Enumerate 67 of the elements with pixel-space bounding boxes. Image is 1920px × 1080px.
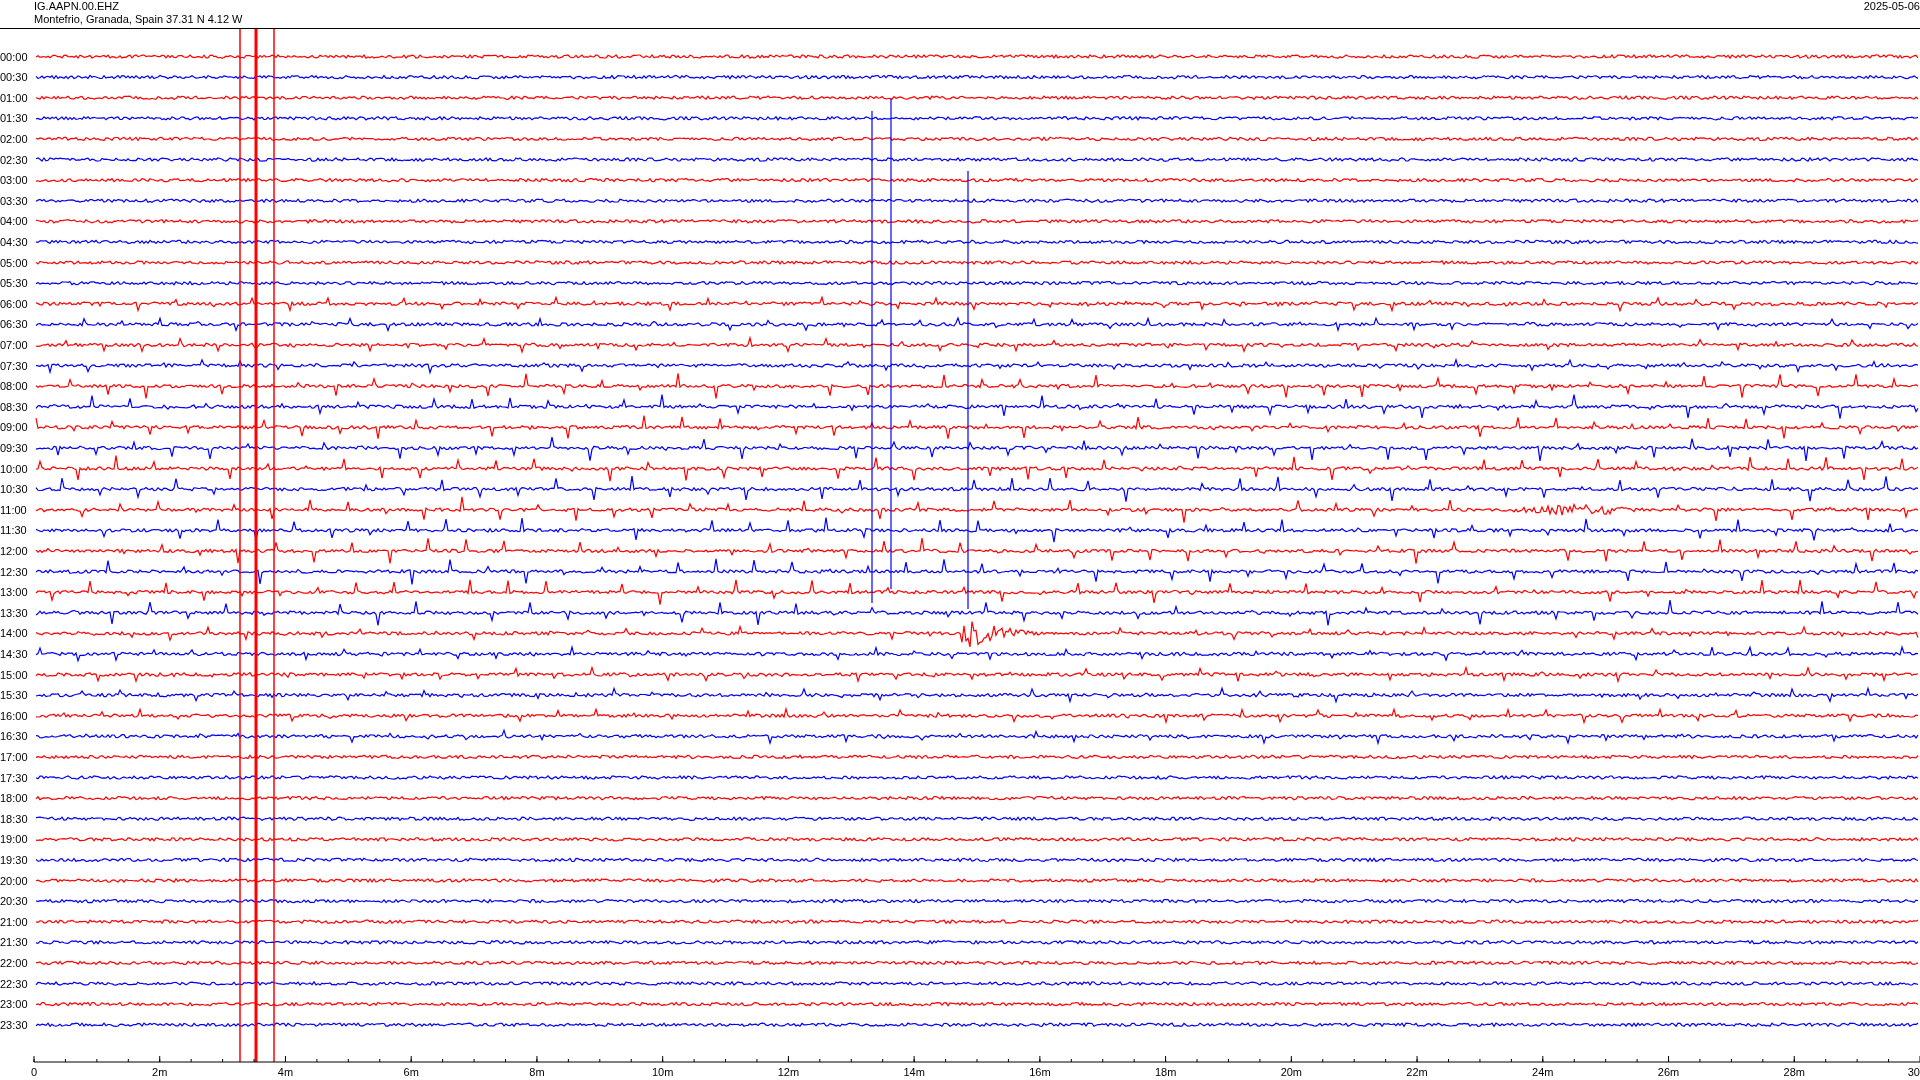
time-label: 10:30 (0, 483, 28, 496)
axis-tick-label: 10m (651, 1066, 674, 1078)
time-label: 11:30 (0, 524, 27, 537)
time-label: 01:00 (0, 91, 28, 104)
plot-date: 2025-05-06 (1863, 0, 1920, 13)
time-label: 18:30 (0, 812, 28, 825)
time-label: 19:00 (0, 833, 28, 846)
axis-tick-label: 6m (403, 1066, 419, 1078)
time-label: 14:00 (0, 627, 28, 640)
time-label: 16:00 (0, 709, 28, 722)
time-label: 06:00 (0, 297, 28, 310)
time-label: 16:30 (0, 730, 28, 743)
axis-tick-label: 18m (1154, 1066, 1177, 1078)
time-label: 08:00 (0, 380, 28, 393)
time-label: 01:30 (0, 112, 28, 125)
time-label: 12:00 (0, 544, 28, 557)
time-label: 23:30 (0, 1018, 28, 1031)
time-label: 03:30 (0, 194, 28, 207)
time-label: 18:00 (0, 792, 28, 805)
axis-tick-label: 16m (1029, 1066, 1051, 1078)
time-label: 23:00 (0, 998, 28, 1011)
time-label: 19:30 (0, 853, 28, 866)
time-label: 17:00 (0, 750, 28, 763)
axis-tick-label: 2m (152, 1066, 168, 1078)
station-code: IG.AAPN.00.EHZ (34, 0, 120, 13)
time-label: 20:00 (0, 874, 28, 887)
time-label: 17:30 (0, 771, 28, 784)
time-label: 14:30 (0, 647, 28, 660)
time-label: 04:30 (0, 235, 28, 248)
station-location: Montefrio, Granada, Spain 37.31 N 4.12 W (34, 13, 243, 26)
time-label: 00:00 (0, 50, 28, 63)
time-label: 21:30 (0, 936, 28, 949)
axis-tick-label: 26m (1657, 1066, 1680, 1078)
time-label: 07:30 (0, 359, 28, 372)
time-label: 08:30 (0, 400, 28, 413)
time-label: 03:00 (0, 174, 28, 187)
time-label: 00:30 (0, 71, 28, 84)
axis-tick-label: 24m (1532, 1066, 1554, 1078)
time-label: 15:30 (0, 689, 28, 702)
time-label: 13:30 (0, 606, 28, 619)
axis-tick-label: 0 (30, 1066, 38, 1078)
axis-tick-label: 8m (529, 1066, 545, 1078)
axis-tick-label: 28m (1783, 1066, 1805, 1078)
axis-tick-label: 22m (1406, 1066, 1428, 1078)
time-label: 09:30 (0, 441, 28, 454)
time-label: 22:30 (0, 977, 28, 990)
time-label: 02:30 (0, 153, 28, 166)
axis-tick-label: 4m (277, 1066, 294, 1078)
time-label: 20:30 (0, 895, 28, 908)
axis-tick-label: 30 (1907, 1066, 1920, 1078)
time-label: 15:00 (0, 668, 28, 681)
time-label: 11:00 (0, 503, 27, 516)
time-label: 05:30 (0, 277, 28, 290)
time-label: 04:00 (0, 215, 28, 228)
time-label: 12:30 (0, 565, 28, 578)
time-label: 13:00 (0, 586, 28, 599)
time-label: 10:00 (0, 462, 28, 475)
time-label: 06:30 (0, 318, 28, 331)
time-label: 02:00 (0, 132, 28, 145)
time-label: 09:00 (0, 421, 28, 434)
axis-tick-label: 20m (1280, 1066, 1303, 1078)
time-label: 22:00 (0, 956, 28, 969)
time-label: 07:00 (0, 338, 28, 351)
axis-tick-label: 14m (903, 1066, 925, 1078)
time-label: 05:00 (0, 256, 28, 269)
time-label: 21:00 (0, 915, 28, 928)
axis-tick-label: 12m (777, 1066, 800, 1078)
